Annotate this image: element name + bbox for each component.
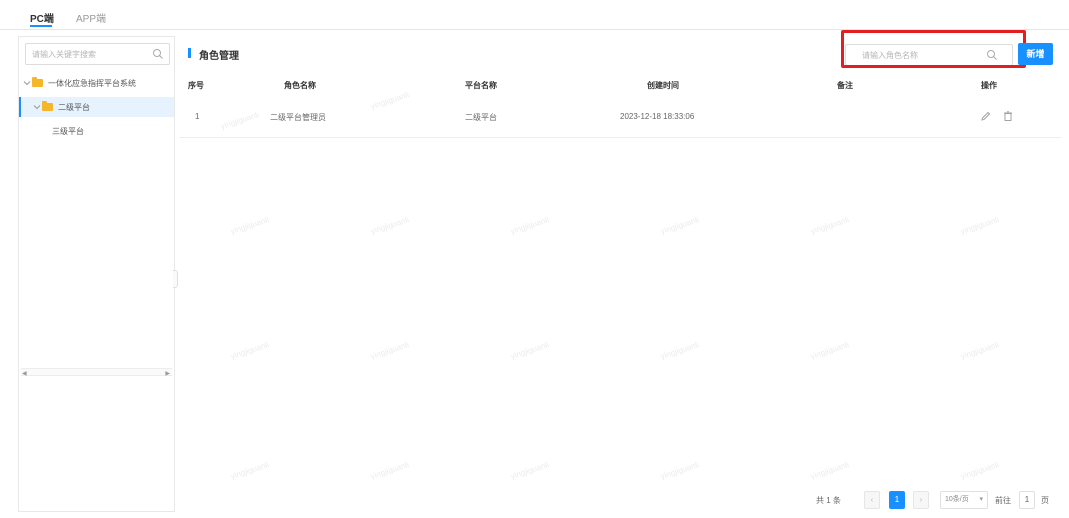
delete-icon[interactable] — [1002, 110, 1014, 122]
watermark-text: yingjiguanli — [229, 460, 271, 481]
title-accent-bar — [188, 48, 191, 58]
goto-page-input[interactable]: 1 — [1019, 491, 1035, 509]
watermark-text: yingjiguanli — [659, 215, 701, 236]
goto-prefix: 前往 — [995, 496, 1011, 505]
sidebar-collapse-handle[interactable] — [173, 270, 178, 288]
role-search-placeholder: 请输入角色名称 — [862, 51, 918, 60]
table-header: 序号 角色名称 平台名称 创建时间 备注 操作 — [180, 76, 1061, 96]
chevron-down-icon: ▾ — [979, 496, 983, 503]
watermark-text: yingjiguanli — [509, 460, 551, 481]
folder-icon — [42, 101, 53, 111]
tree-search-input[interactable]: 请输入关键字搜索 — [25, 43, 170, 65]
org-tree-panel: 请输入关键字搜索 一体化应急指挥平台系统 二级平台 三级平台 ◀ ▶ — [18, 36, 175, 512]
search-icon[interactable] — [152, 48, 164, 60]
watermark-text: yingjiguanli — [369, 215, 411, 236]
scroll-left-icon[interactable]: ◀ — [22, 370, 27, 377]
page-title: 角色管理 — [199, 51, 239, 62]
watermark-text: yingjiguanli — [659, 460, 701, 481]
tab-app[interactable]: APP端 — [76, 10, 106, 25]
folder-icon — [32, 77, 43, 87]
watermark-text: yingjiguanli — [809, 340, 851, 361]
cell-role-name: 二级平台管理员 — [270, 113, 326, 122]
column-header-remark: 备注 — [837, 81, 853, 90]
tree-node-label: 二级平台 — [58, 103, 90, 112]
watermark-text: yingjiguanli — [229, 215, 271, 236]
page-size-value: 10条/页 — [945, 496, 969, 503]
search-icon[interactable] — [986, 49, 998, 61]
tree-horizontal-scrollbar[interactable]: ◀ ▶ — [21, 368, 172, 377]
watermark-text: yingjiguanli — [959, 340, 1001, 361]
active-tab-indicator — [30, 25, 52, 27]
watermark-text: yingjiguanli — [959, 215, 1001, 236]
tree-node-label: 三级平台 — [52, 127, 84, 136]
next-page-button[interactable]: › — [913, 491, 929, 509]
prev-page-button[interactable]: ‹ — [864, 491, 880, 509]
role-search-input[interactable]: 请输入角色名称 — [845, 44, 1013, 66]
watermark-text: yingjiguanli — [369, 460, 411, 481]
page-size-select[interactable]: 10条/页 ▾ — [940, 491, 988, 509]
column-header-platform: 平台名称 — [465, 81, 497, 90]
pagination: 共 1 条 ‹ 1 › 10条/页 ▾ 前往 1 页 — [180, 490, 1061, 512]
cell-created: 2023-12-18 18:33:06 — [620, 112, 695, 121]
watermark-text: yingjiguanli — [809, 215, 851, 236]
watermark-text: yingjiguanli — [229, 340, 271, 361]
scroll-right-icon[interactable]: ▶ — [165, 370, 170, 377]
column-header-index: 序号 — [188, 81, 204, 90]
add-role-button[interactable]: 新增 — [1018, 43, 1053, 65]
page-number-button[interactable]: 1 — [889, 491, 905, 509]
watermark-text: yingjiguanli — [659, 340, 701, 361]
cell-platform: 二级平台 — [465, 113, 497, 122]
tree-search-placeholder: 请输入关键字搜索 — [32, 50, 96, 59]
watermark-text: yingjiguanli — [809, 460, 851, 481]
goto-suffix: 页 — [1041, 496, 1049, 505]
column-header-role-name: 角色名称 — [284, 81, 316, 90]
edit-icon[interactable] — [980, 110, 992, 122]
pagination-total: 共 1 条 — [816, 496, 841, 505]
tab-pc[interactable]: PC端 — [30, 10, 54, 25]
watermark-text: yingjiguanli — [509, 215, 551, 236]
tree-node-level3[interactable]: 三级平台 — [19, 121, 174, 141]
chevron-down-icon[interactable] — [23, 79, 31, 87]
watermark-text: yingjiguanli — [959, 460, 1001, 481]
top-tabs: PC端 APP端 — [0, 0, 1069, 30]
column-header-created: 创建时间 — [647, 81, 679, 90]
column-header-actions: 操作 — [981, 81, 997, 90]
watermark-text: yingjiguanli — [509, 340, 551, 361]
tree-node-label: 一体化应急指挥平台系统 — [48, 79, 136, 88]
watermark-text: yingjiguanli — [369, 340, 411, 361]
chevron-down-icon[interactable] — [33, 103, 41, 111]
tree-node-level2[interactable]: 二级平台 — [19, 97, 174, 117]
role-management-panel: 角色管理 请输入角色名称 新增 yingjiguanli yingjiguanl… — [180, 30, 1061, 512]
table-row: 1 二级平台管理员 二级平台 2023-12-18 18:33:06 — [180, 98, 1061, 138]
cell-index: 1 — [195, 112, 200, 121]
tree-node-root[interactable]: 一体化应急指挥平台系统 — [19, 73, 174, 93]
